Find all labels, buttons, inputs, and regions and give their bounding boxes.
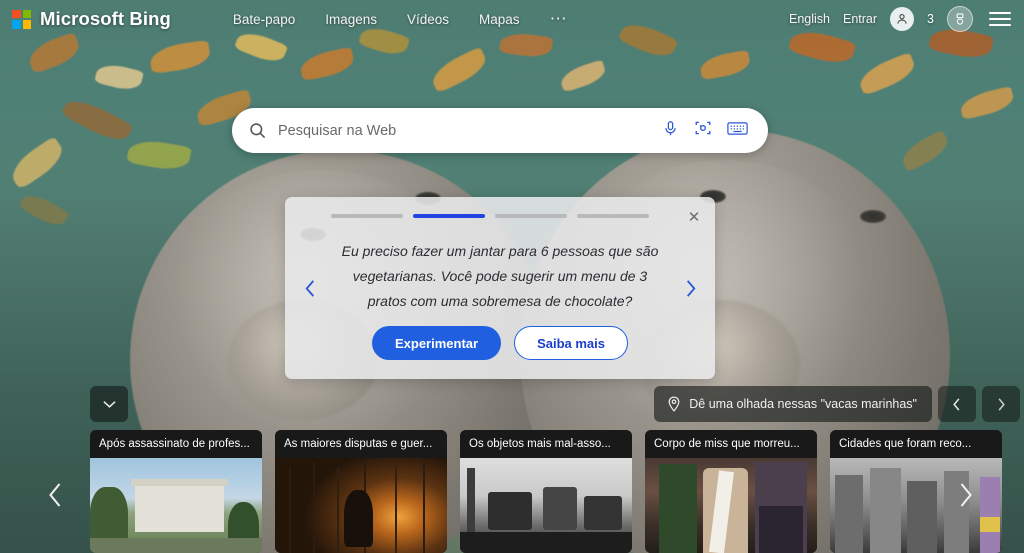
news-card-title: As maiores disputas e guer...: [275, 430, 447, 458]
nav-chat[interactable]: Bate-papo: [233, 12, 295, 27]
try-it-button[interactable]: Experimentar: [371, 326, 502, 360]
close-icon[interactable]: ✕: [683, 206, 705, 228]
keyboard-icon[interactable]: [727, 120, 748, 142]
news-card-title: Os objetos mais mal-asso...: [460, 430, 632, 458]
wallpaper-prev-button[interactable]: [938, 386, 976, 422]
news-card[interactable]: Os objetos mais mal-asso...: [460, 430, 632, 553]
search-box[interactable]: [232, 108, 768, 153]
chevron-right-icon: [686, 279, 695, 297]
carousel-prev-button[interactable]: [38, 478, 72, 512]
news-card-title: Após assassinato de profes...: [90, 430, 262, 458]
news-card-thumbnail: [275, 458, 447, 553]
card-buttons: Experimentar Saiba mais: [285, 326, 715, 360]
rewards-button[interactable]: [947, 6, 973, 32]
attribution-text: Dê uma olhada nessas "vacas marinhas": [689, 397, 917, 411]
news-card[interactable]: Após assassinato de profes...: [90, 430, 262, 553]
person-icon: [897, 14, 907, 24]
hamburger-menu-icon[interactable]: [989, 12, 1011, 26]
attribution-row: Dê uma olhada nessas "vacas marinhas": [0, 386, 1024, 422]
search-icon: [248, 121, 267, 140]
bing-homepage: Microsoft Bing Bate-papo Imagens Vídeos …: [0, 0, 1024, 553]
carousel-progress: [331, 214, 649, 218]
expand-news-button[interactable]: [90, 386, 128, 422]
progress-segment-3[interactable]: [495, 214, 567, 218]
header-right: English Entrar 3: [789, 6, 1011, 32]
news-card-title: Corpo de miss que morreu...: [645, 430, 817, 458]
learn-more-button[interactable]: Saiba mais: [514, 326, 629, 360]
card-prev-button[interactable]: [297, 275, 323, 301]
news-card[interactable]: Corpo de miss que morreu...: [645, 430, 817, 553]
search-actions: [662, 119, 748, 142]
microsoft-logo-icon: [12, 9, 31, 29]
news-card-title: Cidades que foram reco...: [830, 430, 1002, 458]
main-nav: Bate-papo Imagens Vídeos Mapas ⋯: [233, 10, 569, 27]
visual-search-camera-icon[interactable]: [694, 119, 712, 142]
chevron-right-icon: [998, 397, 1005, 411]
microphone-icon[interactable]: [662, 120, 679, 142]
search-input[interactable]: [278, 122, 662, 139]
chat-suggestion-card: ✕ Eu preciso fazer um jantar para 6 pess…: [285, 197, 715, 379]
sign-in-link[interactable]: Entrar: [843, 12, 877, 26]
bing-logo[interactable]: Microsoft Bing: [12, 8, 171, 30]
nav-videos[interactable]: Vídeos: [407, 12, 449, 27]
carousel-next-button[interactable]: [948, 478, 982, 512]
avatar[interactable]: [890, 7, 915, 31]
location-pin-icon: [668, 396, 680, 412]
news-card-thumbnail: [460, 458, 632, 553]
image-attribution-pill[interactable]: Dê uma olhada nessas "vacas marinhas": [654, 386, 932, 422]
progress-segment-1[interactable]: [331, 214, 403, 218]
chevron-left-icon: [48, 483, 60, 507]
rewards-points: 3: [927, 12, 934, 26]
chevron-right-icon: [960, 483, 972, 507]
chevron-down-icon: [102, 401, 116, 408]
news-card-thumbnail: [90, 458, 262, 553]
chevron-left-icon: [305, 279, 314, 297]
news-carousel: Após assassinato de profes... As maiores…: [90, 430, 1002, 553]
top-header: Microsoft Bing Bate-papo Imagens Vídeos …: [0, 0, 1024, 38]
nav-images[interactable]: Imagens: [325, 12, 377, 27]
language-selector[interactable]: English: [789, 12, 830, 26]
chevron-left-icon: [953, 397, 960, 411]
suggestion-prompt-text: Eu preciso fazer um jantar para 6 pessoa…: [341, 243, 659, 309]
medal-icon: [956, 12, 964, 25]
news-card-thumbnail: [645, 458, 817, 553]
progress-segment-4[interactable]: [577, 214, 649, 218]
brand-name: Microsoft Bing: [40, 8, 171, 29]
progress-segment-2[interactable]: [413, 214, 485, 218]
card-next-button[interactable]: [677, 275, 703, 301]
wallpaper-next-button[interactable]: [982, 386, 1020, 422]
news-card[interactable]: As maiores disputas e guer...: [275, 430, 447, 553]
nav-maps[interactable]: Mapas: [479, 12, 520, 27]
nav-overflow-icon[interactable]: ⋯: [550, 10, 569, 27]
